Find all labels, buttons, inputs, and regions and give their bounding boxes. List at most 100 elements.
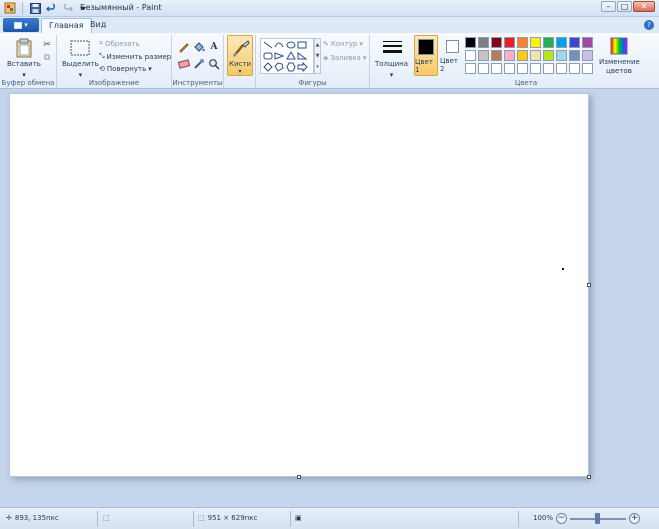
colors-group-label: Цвета	[514, 79, 538, 87]
ribbon-tab-row: ▾ Главная Вид ?	[0, 17, 659, 33]
palette-color-swatch[interactable]	[543, 37, 554, 48]
fill-button[interactable]: ◈ Заливка ▾	[323, 54, 366, 62]
crosshair-icon: ✛	[6, 514, 12, 522]
palette-color-swatch[interactable]	[465, 63, 476, 74]
rotate-icon: ⟲	[99, 65, 105, 73]
crop-button[interactable]: ⌗ Обрезать	[99, 39, 140, 48]
fill-bucket-icon[interactable]	[192, 41, 206, 53]
pencil-icon[interactable]	[177, 41, 191, 53]
palette-color-swatch[interactable]	[491, 50, 502, 61]
palette-color-swatch[interactable]	[478, 50, 489, 61]
palette-color-swatch[interactable]	[556, 37, 567, 48]
palette-color-swatch[interactable]	[569, 50, 580, 61]
clipboard-group: Вставить ▾ ✂ ⧉ Буфер обмена	[0, 35, 57, 88]
palette-color-swatch[interactable]	[530, 37, 541, 48]
close-button[interactable]: ✕	[633, 1, 655, 12]
scroll-down-icon[interactable]: ▼	[316, 53, 320, 59]
palette-color-swatch[interactable]	[556, 50, 567, 61]
outline-button[interactable]: ✎ Контур ▾	[323, 40, 363, 48]
brushes-button[interactable]: Кисти ▾	[227, 35, 253, 76]
resize-handle-right[interactable]	[587, 283, 591, 287]
palette-color-swatch[interactable]	[530, 63, 541, 74]
save-icon[interactable]	[29, 2, 41, 14]
image-size-icon: ⬚	[198, 514, 205, 522]
palette-color-swatch[interactable]	[478, 37, 489, 48]
palette-color-swatch[interactable]	[582, 37, 593, 48]
tab-view[interactable]: Вид	[83, 18, 113, 33]
chevron-down-icon: ▾	[238, 68, 242, 75]
document-icon	[14, 21, 23, 29]
palette-color-swatch[interactable]	[504, 63, 515, 74]
image-group-label: Изображение	[88, 79, 140, 87]
separator	[97, 511, 98, 527]
palette-color-swatch[interactable]	[465, 50, 476, 61]
rotate-button[interactable]: ⟲ Повернуть ▾	[99, 65, 152, 73]
chevron-down-icon: ▾	[389, 71, 394, 79]
scroll-up-icon[interactable]: ▲	[316, 42, 320, 48]
resize-handle-bottom[interactable]	[297, 475, 301, 479]
shapes-gallery[interactable]	[260, 38, 314, 74]
palette-color-swatch[interactable]	[478, 63, 489, 74]
ribbon: Вставить ▾ ✂ ⧉ Буфер обмена Выделить ▾ ⌗…	[0, 33, 659, 89]
separator	[22, 2, 23, 14]
color2-button[interactable]: Цвет 2	[440, 35, 464, 76]
palette-color-swatch[interactable]	[517, 50, 528, 61]
separator	[193, 511, 194, 527]
outline-icon: ✎	[323, 40, 329, 48]
resize-button[interactable]: ⤡ Изменить размер	[99, 52, 171, 61]
drawing-canvas[interactable]	[9, 93, 589, 477]
palette-color-swatch[interactable]	[582, 50, 593, 61]
window-controls: – □ ✕	[601, 1, 655, 12]
color-palette	[465, 37, 593, 74]
zoom-slider-thumb[interactable]	[595, 513, 600, 524]
palette-color-swatch[interactable]	[491, 37, 502, 48]
redo-icon[interactable]	[61, 2, 73, 14]
workspace[interactable]	[0, 89, 659, 507]
palette-color-swatch[interactable]	[543, 50, 554, 61]
palette-color-swatch[interactable]	[517, 37, 528, 48]
chevron-down-icon: ▾	[148, 65, 152, 73]
shapes-scrollbar[interactable]: ▲ ▼ ▾	[314, 38, 321, 74]
expand-icon[interactable]: ▾	[316, 64, 319, 70]
help-icon[interactable]: ?	[644, 20, 654, 30]
palette-color-swatch[interactable]	[569, 63, 580, 74]
minimize-button[interactable]: –	[601, 1, 616, 12]
brush-icon	[231, 39, 251, 61]
window-title: Безымянный - Paint	[80, 3, 162, 12]
resize-handle-corner[interactable]	[587, 475, 591, 479]
zoom-in-button[interactable]: +	[629, 513, 640, 524]
cut-icon[interactable]: ✂	[40, 39, 54, 51]
color-picker-icon[interactable]	[192, 58, 206, 70]
text-icon[interactable]: A	[207, 41, 221, 53]
select-button[interactable]: Выделить ▾	[62, 38, 99, 80]
color1-button[interactable]: Цвет 1	[414, 35, 438, 76]
maximize-button[interactable]: □	[617, 1, 632, 12]
clipboard-icon	[14, 38, 34, 58]
palette-color-swatch[interactable]	[465, 37, 476, 48]
palette-color-swatch[interactable]	[504, 50, 515, 61]
paste-button[interactable]: Вставить ▾	[7, 38, 41, 80]
size-button[interactable]: Толщина ▾	[375, 38, 408, 80]
palette-color-swatch[interactable]	[517, 63, 528, 74]
eraser-icon[interactable]	[177, 58, 191, 70]
palette-color-swatch[interactable]	[556, 63, 567, 74]
app-menu-button[interactable]: ▾	[3, 18, 39, 32]
edit-colors-button[interactable]: Изменение цветов	[599, 36, 640, 76]
paint-app-icon[interactable]	[4, 2, 16, 14]
chevron-down-icon: ▾	[24, 21, 28, 29]
palette-color-swatch[interactable]	[569, 37, 580, 48]
file-size: ▣	[295, 514, 302, 522]
fill-icon: ◈	[323, 54, 329, 62]
zoom-out-button[interactable]: −	[556, 513, 567, 524]
palette-color-swatch[interactable]	[491, 63, 502, 74]
shapes-group-label: Фигуры	[298, 79, 327, 87]
palette-color-swatch[interactable]	[530, 50, 541, 61]
undo-icon[interactable]	[45, 2, 57, 14]
copy-icon[interactable]: ⧉	[40, 52, 54, 64]
palette-color-swatch[interactable]	[582, 63, 593, 74]
palette-color-swatch[interactable]	[504, 37, 515, 48]
palette-color-swatch[interactable]	[543, 63, 554, 74]
magnifier-icon[interactable]	[207, 58, 221, 70]
chevron-down-icon: ▾	[359, 40, 363, 48]
canvas-pixel-mark	[562, 268, 564, 270]
